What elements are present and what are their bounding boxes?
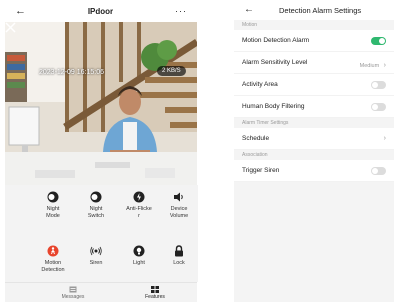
light-button[interactable]: Light <box>119 245 159 267</box>
night-mode-button[interactable]: Night Mode <box>33 191 73 219</box>
night-switch-label: Night Switch <box>87 206 105 219</box>
siren-icon <box>90 246 102 256</box>
bulb-icon <box>133 245 145 257</box>
anti-flicker-button[interactable]: Anti-Flicke r <box>119 191 159 219</box>
message-icon <box>69 286 77 293</box>
siren-button[interactable]: Siren <box>76 245 116 267</box>
night-switch-button[interactable]: Night Switch <box>76 191 116 219</box>
moon-icon <box>47 191 59 203</box>
row-label: Trigger Siren <box>242 167 280 174</box>
section-alarm-timer: Alarm Timer Settings <box>242 120 289 126</box>
row-label: Motion Detection Alarm <box>242 37 310 44</box>
night-mode-label: Night Mode <box>46 206 60 219</box>
device-volume-button[interactable]: Device Volume <box>159 191 199 219</box>
motion-detection-alarm-toggle[interactable] <box>371 36 386 45</box>
camera-topbar: ← IPdoor ··· <box>5 0 197 22</box>
camera-screen: ← IPdoor ··· 2023-12-09 16:15:06 2 KB/S … <box>5 0 198 302</box>
siren-label: Siren <box>89 260 103 266</box>
row-label: Activity Area <box>242 81 278 88</box>
bottom-nav: Messages Features <box>5 282 197 302</box>
chevron-right-icon: › <box>383 61 386 69</box>
section-association: Association <box>242 152 268 158</box>
schedule-row[interactable]: Schedule › <box>234 128 394 150</box>
nav-features[interactable]: Features <box>135 286 175 300</box>
lock-label: Lock <box>173 260 185 266</box>
sensitivity-row[interactable]: Alarm Sensitivity Level Medium › <box>234 52 394 74</box>
back-arrow-icon[interactable]: ← <box>15 5 26 17</box>
motion-detection-alarm-row[interactable]: Motion Detection Alarm <box>234 30 394 52</box>
page-title: IPdoor <box>87 6 114 16</box>
section-motion: Motion <box>242 22 258 28</box>
back-arrow-icon[interactable]: ← <box>244 5 254 15</box>
device-volume-label: Device Volume <box>169 206 189 219</box>
nav-messages[interactable]: Messages <box>53 286 93 300</box>
settings-topbar: ← Detection Alarm Settings <box>234 0 394 20</box>
nav-messages-label: Messages <box>61 294 85 300</box>
row-label: Schedule <box>242 135 270 142</box>
row-label: Alarm Sensitivity Level <box>242 59 308 66</box>
more-dots-icon[interactable]: ··· <box>175 6 187 16</box>
light-label: Light <box>133 260 145 266</box>
feature-controls: Night Mode Night Switch Anti-Flicke r De… <box>33 185 198 282</box>
motion-detection-button[interactable]: Motion Detection <box>33 245 73 273</box>
motion-detection-label: Motion Detection <box>41 260 65 273</box>
moon-icon <box>90 191 102 203</box>
human-body-filtering-row[interactable]: Human Body Filtering <box>234 96 394 118</box>
osd-datetime: 2023-12-09 16:15:06 <box>39 69 104 76</box>
page-title: Detection Alarm Settings <box>279 5 362 15</box>
motion-person-icon <box>47 245 59 257</box>
close-overlay-icon[interactable] <box>5 22 16 33</box>
speaker-icon <box>174 192 183 202</box>
sensitivity-value: Medium <box>359 62 380 69</box>
activity-area-row[interactable]: Activity Area <box>234 74 394 96</box>
flash-icon <box>133 191 145 203</box>
video-frame-image <box>5 22 197 185</box>
activity-area-toggle[interactable] <box>371 80 386 89</box>
nav-features-label: Features <box>145 294 165 300</box>
grid-icon <box>151 286 159 293</box>
trigger-siren-toggle[interactable] <box>371 166 386 175</box>
lock-icon <box>175 245 183 257</box>
human-body-filtering-toggle[interactable] <box>371 102 386 111</box>
row-label: Human Body Filtering <box>242 103 305 110</box>
bitrate-badge: 2 KB/S <box>157 66 186 76</box>
live-video-view[interactable]: 2023-12-09 16:15:06 2 KB/S <box>5 22 197 185</box>
lock-button[interactable]: Lock <box>159 245 199 267</box>
chevron-right-icon: › <box>383 135 386 142</box>
anti-flicker-label: Anti-Flicke r <box>126 206 152 219</box>
trigger-siren-row[interactable]: Trigger Siren <box>234 160 394 182</box>
settings-screen: ← Detection Alarm Settings Motion Motion… <box>234 0 394 302</box>
